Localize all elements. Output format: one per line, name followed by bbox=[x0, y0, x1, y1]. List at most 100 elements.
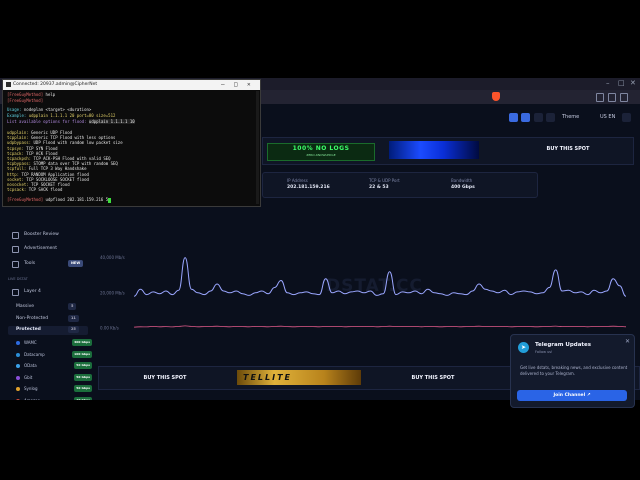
join-channel-label: Join Channel bbox=[553, 393, 586, 398]
terminal-titlebar: Connected: 20937.admin@CipherNet – □ ✕ bbox=[3, 80, 260, 90]
pen-icon[interactable] bbox=[534, 113, 543, 122]
blue-ad-image[interactable] bbox=[389, 141, 479, 159]
no-logs-ad[interactable]: 100% NO LOGS ZERO-KNOWLEDGE bbox=[267, 143, 375, 161]
port-label: TCP & UDP Port bbox=[369, 178, 400, 183]
terminal-line: [FreeGuyMethod] help bbox=[7, 92, 55, 97]
layer-selector[interactable]: Layer 4 bbox=[8, 288, 88, 297]
scrollbar[interactable] bbox=[256, 91, 259, 204]
theme-selector[interactable]: Theme bbox=[562, 114, 579, 120]
minimize-icon[interactable]: – bbox=[221, 81, 225, 88]
y-tick-label: 0.00 Kb/s bbox=[100, 326, 119, 331]
list-text: List available options for flood: bbox=[7, 119, 87, 124]
terminal-title: Connected: 20937.admin@CipherNet bbox=[13, 82, 98, 87]
layers-icon bbox=[12, 289, 19, 296]
command: help bbox=[45, 92, 56, 97]
join-channel-button[interactable]: Join Channel ↗ bbox=[517, 390, 627, 401]
category-label: Massive bbox=[16, 304, 35, 309]
provider-logo-icon bbox=[16, 352, 20, 357]
terminal-line: Usage: nodeplan <target> <duration> bbox=[7, 107, 91, 112]
category-protected[interactable]: Protected 25 bbox=[8, 326, 88, 335]
wallet-icon[interactable] bbox=[608, 93, 616, 102]
traffic-chart: 40,000 Mb/s 20,000 Mb/s 0.00 Kb/s bbox=[100, 255, 627, 331]
provider-logo-icon bbox=[16, 341, 20, 345]
provider-logo-icon bbox=[16, 364, 20, 368]
y-tick-label: 20,000 Mb/s bbox=[100, 290, 125, 295]
provider-row[interactable]: Synlog 50 Gbps bbox=[16, 385, 92, 393]
provider-name: Datacamp bbox=[24, 351, 45, 357]
language-selector[interactable]: US EN bbox=[600, 114, 615, 120]
telegram-popup: ➤ Telegram Updates Follow us! ✕ Get live… bbox=[510, 334, 635, 408]
method-name: tcpsack: bbox=[7, 187, 27, 193]
provider-speed-badge: 100 Gbps bbox=[72, 350, 92, 358]
buy-spot-button-left[interactable]: BUY THIS SPOT bbox=[125, 375, 205, 381]
prompt: [FreeGuyMethod] bbox=[7, 98, 44, 103]
category-label: Non-Protected bbox=[16, 316, 49, 321]
series-line-0 bbox=[133, 257, 627, 297]
close-icon[interactable]: ✕ bbox=[625, 338, 630, 345]
sidebar-item-label: Booster Review bbox=[24, 232, 59, 237]
buy-spot-button-right[interactable]: BUY THIS SPOT bbox=[393, 375, 473, 381]
tellite-ad-text: TELLITE bbox=[243, 373, 293, 382]
target-stats-box: IP Address 202.181.159.216 TCP & UDP Por… bbox=[262, 172, 538, 198]
usage-label: Usage: bbox=[7, 107, 22, 112]
provider-row[interactable]: Amazon 10 Gbps bbox=[16, 396, 92, 400]
new-badge: NEW bbox=[68, 260, 84, 267]
provider-row[interactable]: WAMC 400 Gbps bbox=[16, 339, 92, 347]
category-massive[interactable]: Massive 5 bbox=[8, 303, 88, 312]
ip-value: 202.181.159.216 bbox=[287, 185, 330, 190]
category-count: 11 bbox=[68, 315, 79, 322]
megaphone-icon bbox=[12, 246, 19, 253]
provider-speed-badge: 50 Gbps bbox=[74, 373, 92, 381]
no-logs-ad-subtitle: ZERO-KNOWLEDGE bbox=[306, 153, 336, 157]
brave-shield-icon[interactable] bbox=[492, 92, 500, 101]
user-icon[interactable] bbox=[509, 113, 518, 122]
category-non-protected[interactable]: Non-Protected 11 bbox=[8, 315, 88, 324]
provider-speed-badge: 50 Gbps bbox=[74, 385, 92, 392]
menu-icon[interactable] bbox=[620, 93, 628, 102]
terminal-window[interactable]: Connected: 20937.admin@CipherNet – □ ✕ [… bbox=[2, 79, 261, 207]
terminal-line: [FreeGuyMethod] bbox=[7, 98, 43, 103]
bandwidth-value: 400 Gbps bbox=[451, 185, 475, 190]
prompt: [FreeGuyMethod] bbox=[7, 92, 44, 97]
command: udpflood 202.181.159.216 5 bbox=[45, 197, 109, 202]
provider-speed-badge: 400 Gbps bbox=[72, 339, 92, 346]
provider-row[interactable]: Datacamp 100 Gbps bbox=[16, 350, 92, 359]
provider-logo-icon bbox=[16, 387, 20, 391]
provider-logo-icon bbox=[16, 398, 20, 400]
provider-row[interactable]: Gbit 50 Gbps bbox=[16, 373, 92, 382]
buy-spot-button[interactable]: BUY THIS SPOT bbox=[513, 146, 623, 152]
provider-name: WAMC bbox=[24, 340, 37, 345]
menu-toggle-icon[interactable] bbox=[622, 113, 631, 122]
prompt: [FreeGuyMethod] bbox=[7, 197, 44, 202]
sidebar-item-tools[interactable]: Tools NEW bbox=[8, 260, 88, 269]
star-icon bbox=[12, 232, 19, 239]
terminal-line: [FreeGuyMethod] udpflood 202.181.159.216… bbox=[7, 197, 112, 203]
ad-banner-top: 100% NO LOGS ZERO-KNOWLEDGE BUY THIS SPO… bbox=[262, 137, 634, 165]
maximize-icon[interactable]: □ bbox=[234, 81, 238, 88]
external-link-icon: ↗ bbox=[586, 393, 591, 398]
link-icon[interactable] bbox=[546, 113, 555, 122]
provider-row[interactable]: OData 50 Gbps bbox=[16, 362, 92, 370]
provider-name: Gbit bbox=[24, 374, 33, 380]
method-line: tcpsack: TCP SACK flood bbox=[7, 187, 62, 192]
terminal-icon bbox=[6, 82, 11, 87]
provider-speed-badge: 10 Gbps bbox=[74, 396, 92, 400]
category-label: Protected bbox=[16, 327, 41, 332]
ip-label: IP Address bbox=[287, 178, 308, 183]
category-count: 25 bbox=[68, 326, 79, 333]
download-icon[interactable] bbox=[521, 113, 530, 122]
tellite-ad[interactable]: TELLITE bbox=[237, 370, 361, 385]
series-line-1 bbox=[133, 325, 627, 328]
sidebar-item-label: Tools bbox=[24, 261, 36, 266]
cursor bbox=[108, 197, 112, 203]
close-icon[interactable]: ✕ bbox=[247, 81, 251, 88]
sidebar-item-advertisement[interactable]: Advertisement bbox=[8, 245, 88, 254]
sidebar-toggle-icon[interactable] bbox=[596, 93, 604, 102]
minimize-icon[interactable]: – bbox=[606, 79, 610, 87]
provider-speed-badge: 50 Gbps bbox=[74, 362, 92, 369]
terminal-line: List available options for flood: udppla… bbox=[7, 119, 135, 124]
close-icon[interactable]: ✕ bbox=[630, 79, 636, 87]
maximize-icon[interactable]: □ bbox=[618, 79, 625, 87]
sidebar-item-booster-review[interactable]: Booster Review bbox=[8, 231, 88, 240]
sidebar: Booster Review Advertisement Tools NEW L… bbox=[8, 226, 92, 400]
